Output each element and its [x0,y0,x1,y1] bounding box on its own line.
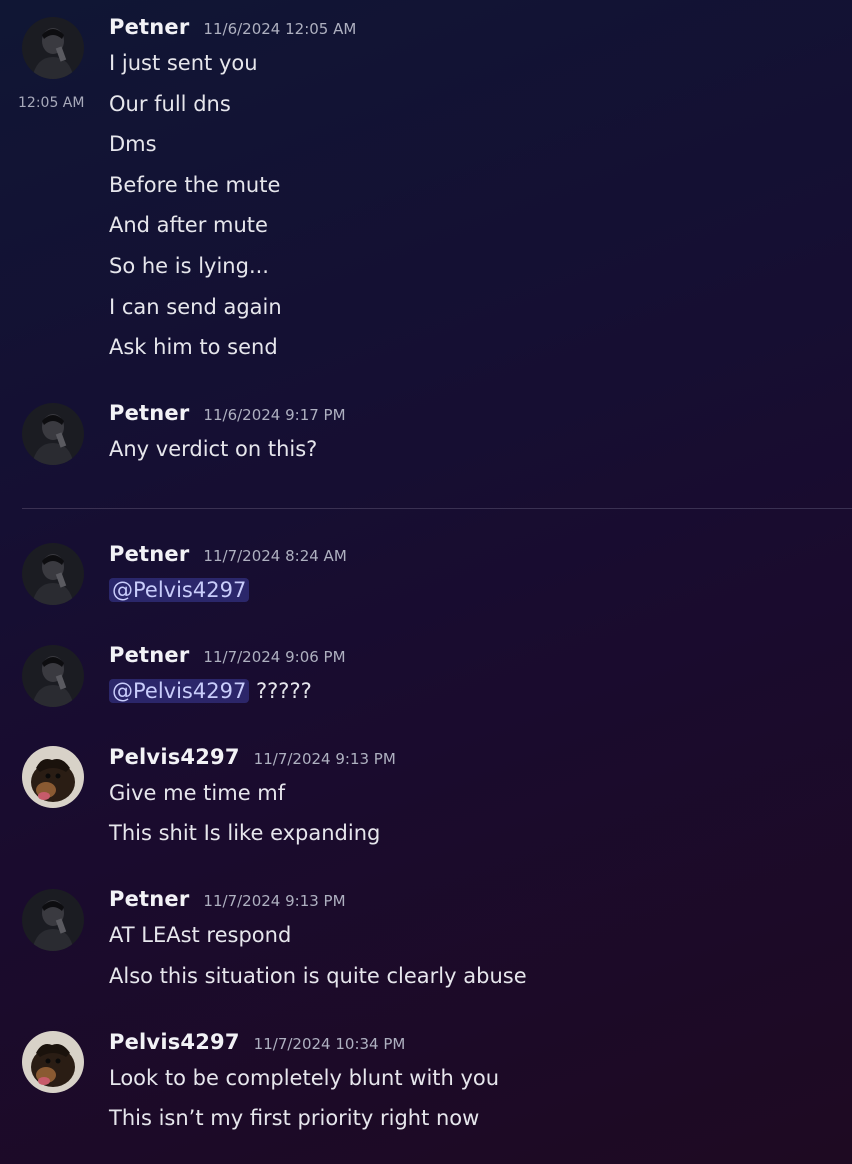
author-name[interactable]: Petner [109,401,189,425]
user-mention[interactable]: @Pelvis4297 [109,578,250,602]
petner-avatar[interactable] [22,403,84,465]
user-mention[interactable]: @Pelvis4297 [109,679,250,703]
message-header: Petner 11/6/2024 9:17 PM [109,401,346,429]
message-timestamp: 11/7/2024 9:13 PM [203,892,346,910]
pelvis-avatar[interactable] [22,746,84,808]
message-header: Petner 11/7/2024 9:13 PM [109,887,346,915]
message-header: Pelvis4297 11/7/2024 10:34 PM [109,1030,405,1058]
author-name[interactable]: Petner [109,643,189,667]
message-text: AT LEAst respond [109,923,292,947]
author-name[interactable]: Petner [109,15,189,39]
message-text: This shit Is like expanding [109,821,381,845]
author-name[interactable]: Pelvis4297 [109,1030,240,1054]
message-timestamp: 11/7/2024 9:06 PM [203,648,346,666]
message-text: Our full dns [109,92,231,116]
message-text: Look to be completely blunt with you [109,1066,500,1090]
message-text: @Pelvis4297 [109,576,250,604]
chat-message-list: Petner 11/6/2024 12:05 AM I just sent yo… [0,0,852,1164]
message-header: Petner 11/6/2024 12:05 AM [109,15,356,43]
hover-timestamp: 12:05 AM [18,95,85,111]
message-text: Ask him to send [109,335,278,359]
message-text: I just sent you [109,51,258,75]
petner-avatar[interactable] [22,17,84,79]
message-text: This isn’t my first priority right now [109,1106,480,1130]
message-timestamp: 11/7/2024 10:34 PM [253,1035,406,1053]
message-text: Dms [109,132,157,156]
message-text: Give me time mf [109,781,286,805]
message-text: Any verdict on this? [109,437,318,461]
author-name[interactable]: Petner [109,887,189,911]
message-text: I can send again [109,295,282,319]
petner-avatar[interactable] [22,645,84,707]
message-header: Petner 11/7/2024 8:24 AM [109,542,347,570]
petner-avatar[interactable] [22,543,84,605]
message-timestamp: 11/6/2024 12:05 AM [203,20,357,38]
message-timestamp: 11/7/2024 9:13 PM [253,750,396,768]
pelvis-avatar[interactable] [22,1031,84,1093]
author-name[interactable]: Petner [109,542,189,566]
message-text: And after mute [109,213,268,237]
message-text: Before the mute [109,173,281,197]
petner-avatar[interactable] [22,889,84,951]
message-text: So he is lying... [109,254,269,278]
message-header: Pelvis4297 11/7/2024 9:13 PM [109,745,396,773]
message-header: Petner 11/7/2024 9:06 PM [109,643,346,671]
date-divider [22,508,852,509]
message-timestamp: 11/6/2024 9:17 PM [203,406,346,424]
message-text: @Pelvis4297 ????? [109,677,312,705]
message-text: Also this situation is quite clearly abu… [109,964,527,988]
message-text-tail: ????? [249,679,312,703]
message-timestamp: 11/7/2024 8:24 AM [203,547,347,565]
author-name[interactable]: Pelvis4297 [109,745,240,769]
